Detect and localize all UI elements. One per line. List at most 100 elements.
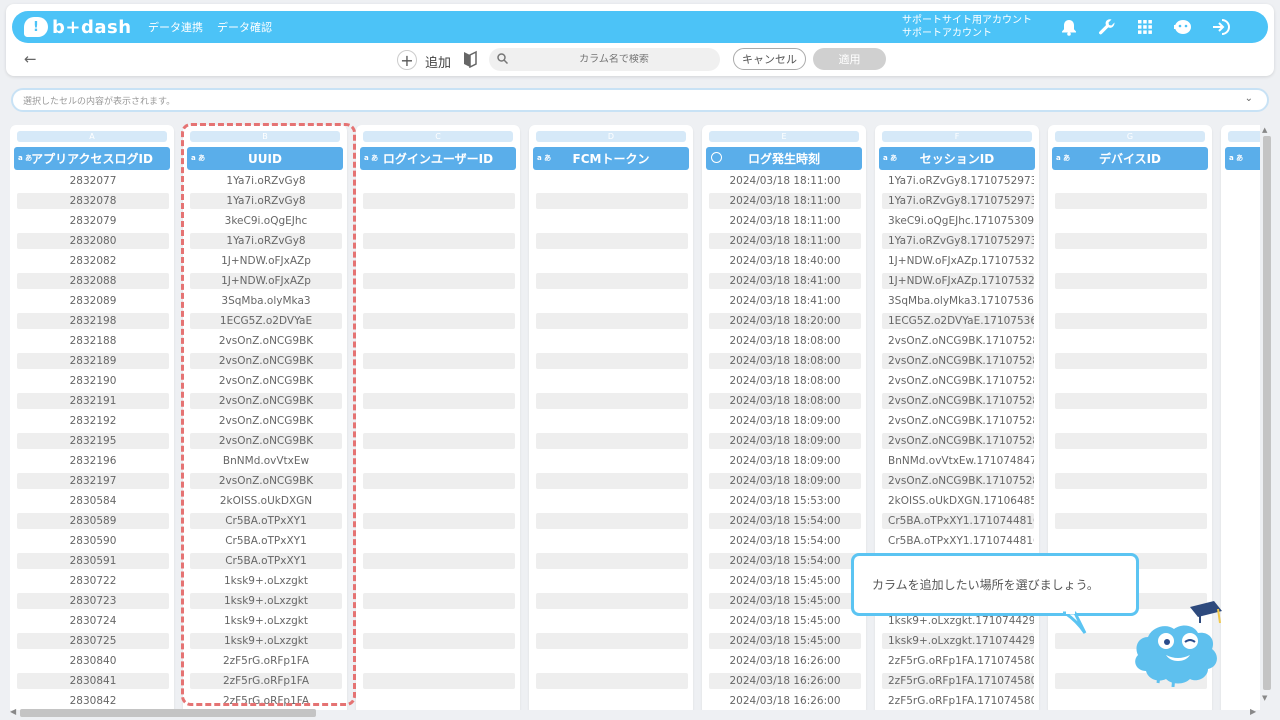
table-cell[interactable]: 2830723 (17, 593, 169, 609)
table-cell[interactable] (363, 513, 515, 529)
table-cell[interactable] (363, 253, 515, 269)
table-cell[interactable]: 2830840 (17, 653, 169, 669)
back-arrow-icon[interactable]: ← (24, 50, 37, 68)
table-cell[interactable] (363, 413, 515, 429)
table-cell[interactable] (1055, 433, 1207, 449)
table-cell[interactable]: 2024/03/18 15:53:00 (709, 493, 861, 509)
table-cell[interactable]: 2830841 (17, 673, 169, 689)
table-cell[interactable]: 2832078 (17, 193, 169, 209)
table-cell[interactable]: 2832189 (17, 353, 169, 369)
table-cell[interactable] (363, 653, 515, 669)
table-cell[interactable]: BnNMd.ovVtxEw.171074847... (882, 453, 1034, 469)
horizontal-scrollbar[interactable] (20, 709, 316, 717)
table-cell[interactable]: 2830725 (17, 633, 169, 649)
table-cell[interactable]: 2024/03/18 18:11:00 (709, 233, 861, 249)
column-header[interactable]: a あ FCMトークン (533, 147, 689, 170)
table-cell[interactable] (363, 393, 515, 409)
table-cell[interactable] (363, 593, 515, 609)
table-cell[interactable] (536, 333, 688, 349)
table-cell[interactable]: 2832190 (17, 373, 169, 389)
table-cell[interactable] (363, 573, 515, 589)
table-cell[interactable]: 2832196 (17, 453, 169, 469)
table-cell[interactable] (363, 633, 515, 649)
table-cell[interactable] (363, 453, 515, 469)
table-cell[interactable]: 2024/03/18 18:41:00 (709, 293, 861, 309)
chevron-down-icon[interactable]: ⌄ (1245, 93, 1253, 104)
table-cell[interactable]: 2024/03/18 18:08:00 (709, 333, 861, 349)
table-cell[interactable]: 2vsOnZ.oNCG9BK.17107528... (882, 433, 1034, 449)
scroll-left-icon[interactable]: ◀ (10, 707, 16, 716)
table-cell[interactable]: Cr5BA.oTPxXY1.1710744816... (882, 533, 1034, 549)
table-cell[interactable]: 2024/03/18 15:54:00 (709, 533, 861, 549)
column-header[interactable]: a あ (1225, 147, 1260, 170)
table-cell[interactable] (363, 553, 515, 569)
column-header[interactable]: a あ デバイスID (1052, 147, 1208, 170)
table-cell[interactable]: 2zF5rG.oRFp1FA.171074580... (882, 653, 1034, 669)
table-cell[interactable] (1055, 493, 1207, 509)
table-cell[interactable]: 2832077 (17, 173, 169, 189)
table-cell[interactable] (363, 433, 515, 449)
bell-icon[interactable] (1050, 11, 1088, 43)
table-cell[interactable]: 2024/03/18 15:45:00 (709, 613, 861, 629)
table-cell[interactable] (536, 373, 688, 389)
table-cell[interactable] (536, 173, 688, 189)
table-cell[interactable]: 2024/03/18 18:41:00 (709, 273, 861, 289)
table-cell[interactable] (1055, 453, 1207, 469)
table-cell[interactable] (536, 413, 688, 429)
table-cell[interactable] (536, 633, 688, 649)
table-cell[interactable]: 2024/03/18 18:11:00 (709, 193, 861, 209)
table-cell[interactable] (1055, 373, 1207, 389)
table-cell[interactable]: 1Ya7i.oRZvGy8.1710752973... (882, 193, 1034, 209)
table-cell[interactable]: 2024/03/18 15:54:00 (709, 553, 861, 569)
table-cell[interactable] (536, 313, 688, 329)
table-cell[interactable]: 2024/03/18 15:45:00 (709, 593, 861, 609)
table-cell[interactable] (363, 533, 515, 549)
table-cell[interactable]: 2832089 (17, 293, 169, 309)
table-cell[interactable]: 2832082 (17, 253, 169, 269)
table-cell[interactable] (1055, 193, 1207, 209)
scroll-down-icon[interactable]: ▼ (1262, 694, 1267, 702)
nav-data-check[interactable]: データ確認 (217, 19, 272, 35)
table-cell[interactable] (363, 273, 515, 289)
column-e[interactable]: E ログ発生時刻 2024/03/18 18:11:00 2024/03/18 18:… (702, 125, 866, 710)
table-cell[interactable]: 2024/03/18 18:09:00 (709, 433, 861, 449)
column-header[interactable]: a あアプリアクセスログID (14, 147, 170, 170)
table-cell[interactable]: 2vsOnZ.oNCG9BK.17107528... (882, 353, 1034, 369)
table-cell[interactable] (1055, 513, 1207, 529)
table-cell[interactable] (536, 673, 688, 689)
table-cell[interactable] (536, 353, 688, 369)
table-cell[interactable]: 2zF5rG.oRFp1FA.171074580... (882, 673, 1034, 689)
table-cell[interactable]: 2832191 (17, 393, 169, 409)
column-letter[interactable]: F (882, 131, 1032, 142)
table-cell[interactable]: 2024/03/18 18:09:00 (709, 473, 861, 489)
table-cell[interactable]: 2832192 (17, 413, 169, 429)
table-cell[interactable]: 2830591 (17, 553, 169, 569)
table-cell[interactable]: Cr5BA.oTPxXY1.1710744816... (882, 513, 1034, 529)
column-search[interactable] (489, 48, 720, 71)
table-cell[interactable]: 2830589 (17, 513, 169, 529)
table-cell[interactable]: 2kOISS.oUkDXGN.171064853... (882, 493, 1034, 509)
table-cell[interactable]: 2024/03/18 18:40:00 (709, 253, 861, 269)
table-cell[interactable]: 2832197 (17, 473, 169, 489)
table-cell[interactable] (363, 213, 515, 229)
cell-preview-bar[interactable]: 選択したセルの内容が表示されます。 ⌄ (11, 88, 1269, 112)
table-cell[interactable] (1055, 473, 1207, 489)
table-cell[interactable] (363, 313, 515, 329)
table-cell[interactable]: 3keC9i.oQgEJhc.171075309... (882, 213, 1034, 229)
scroll-up-icon[interactable]: ▲ (1262, 126, 1267, 134)
table-cell[interactable]: 2024/03/18 16:26:00 (709, 653, 861, 669)
table-cell[interactable]: 2024/03/18 18:20:00 (709, 313, 861, 329)
table-cell[interactable] (363, 473, 515, 489)
table-cell[interactable] (1055, 173, 1207, 189)
table-cell[interactable] (1055, 693, 1207, 709)
column-letter[interactable] (1228, 131, 1260, 142)
table-cell[interactable] (1055, 393, 1207, 409)
add-column-button[interactable]: + (397, 50, 417, 70)
table-cell[interactable]: 2024/03/18 15:45:00 (709, 633, 861, 649)
table-cell[interactable]: 2024/03/18 18:08:00 (709, 393, 861, 409)
table-cell[interactable] (363, 353, 515, 369)
table-cell[interactable] (536, 653, 688, 669)
table-cell[interactable] (1055, 333, 1207, 349)
column-next[interactable]: a あ (1221, 125, 1260, 710)
table-cell[interactable] (363, 193, 515, 209)
